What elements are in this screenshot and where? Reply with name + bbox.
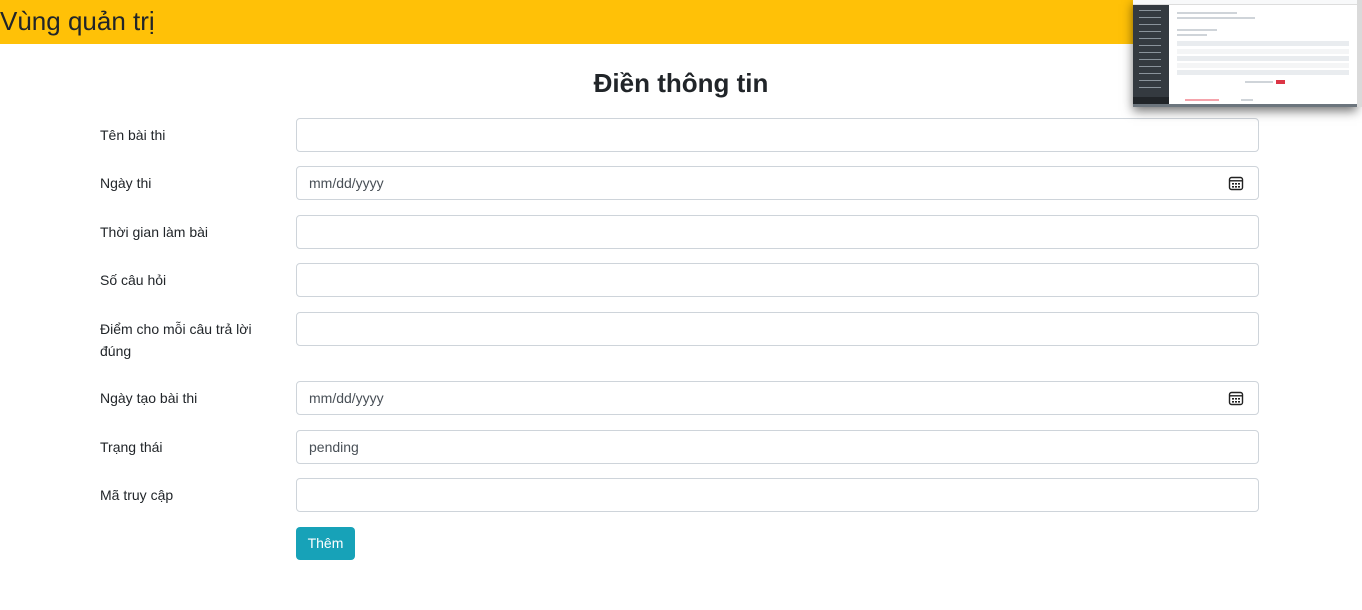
diem-moi-cau-input[interactable]	[296, 312, 1259, 346]
app-title: Vùng quản trị	[0, 6, 155, 36]
scrollbar[interactable]	[1357, 0, 1362, 107]
preview-line	[1139, 73, 1161, 74]
ngay-thi-date-input[interactable]: mm/dd/yyyy	[296, 166, 1259, 200]
date-value: mm/dd/yyyy	[309, 175, 384, 191]
preview-line	[1139, 38, 1161, 39]
preview-line	[1241, 99, 1253, 101]
field-label: Mã truy cập	[100, 487, 174, 503]
preview-topbar	[1133, 0, 1357, 5]
preview-taskbar	[1133, 104, 1357, 107]
add-button[interactable]: Thêm	[296, 527, 355, 560]
preview-red-button	[1276, 80, 1285, 84]
preview-line	[1177, 17, 1255, 19]
preview-line	[1177, 12, 1237, 14]
preview-line	[1177, 34, 1207, 36]
preview-line	[1139, 45, 1161, 46]
field-label: Ngày thi	[100, 175, 152, 191]
preview-line	[1139, 10, 1161, 11]
field-label: Số câu hỏi	[100, 272, 167, 288]
preview-line	[1139, 24, 1161, 25]
field-label: Tên bài thi	[100, 127, 166, 143]
preview-line	[1177, 29, 1217, 31]
preview-line	[1139, 52, 1161, 53]
preview-line	[1185, 99, 1219, 101]
ten-bai-thi-input[interactable]	[296, 118, 1259, 152]
ngay-tao-date-input[interactable]: mm/dd/yyyy	[296, 381, 1259, 415]
preview-line	[1139, 31, 1161, 32]
preview-line	[1177, 41, 1349, 46]
calendar-icon[interactable]	[1228, 175, 1244, 191]
so-cau-hoi-input[interactable]	[296, 263, 1259, 297]
preview-line	[1245, 81, 1273, 83]
preview-line	[1139, 87, 1161, 88]
preview-line	[1139, 59, 1161, 60]
ma-truy-cap-input[interactable]	[296, 478, 1259, 512]
field-label: Trạng thái	[100, 439, 163, 455]
preview-line	[1139, 66, 1161, 67]
thoi-gian-lam-bai-input[interactable]	[296, 215, 1259, 249]
preview-line	[1177, 56, 1349, 61]
preview-line	[1139, 80, 1161, 81]
field-label: Thời gian làm bài	[100, 224, 209, 240]
date-value: mm/dd/yyyy	[309, 390, 384, 406]
preview-line	[1139, 17, 1161, 18]
preview-line	[1177, 49, 1349, 54]
field-label: Điểm cho mỗi câu trả lời đúng	[100, 321, 252, 359]
screenshot-preview-thumbnail[interactable]	[1133, 0, 1357, 107]
trang-thai-input[interactable]: pending	[296, 430, 1259, 464]
preview-line	[1177, 63, 1349, 68]
field-label: Ngày tạo bài thi	[100, 390, 198, 406]
calendar-icon[interactable]	[1228, 390, 1244, 406]
preview-line	[1177, 70, 1349, 75]
